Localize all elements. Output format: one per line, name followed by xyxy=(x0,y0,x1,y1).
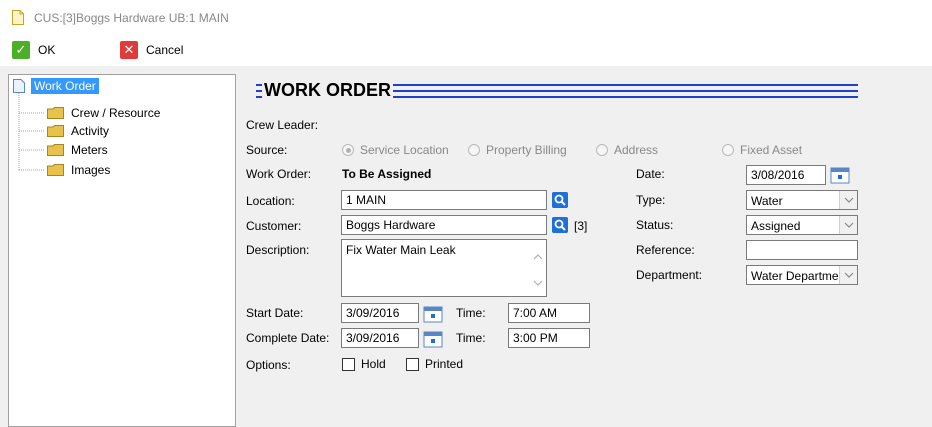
radio-label: Fixed Asset xyxy=(740,143,803,157)
tree-item-label: Images xyxy=(71,163,111,177)
tree-item-label: Crew / Resource xyxy=(71,106,161,120)
dropdown-value: Water Departme xyxy=(751,269,839,283)
calendar-icon[interactable] xyxy=(423,305,443,323)
description-text: Fix Water Main Leak xyxy=(346,243,456,257)
tree-item-images[interactable]: Images xyxy=(47,163,110,177)
chevron-down-icon xyxy=(839,191,857,209)
chevron-down-icon xyxy=(839,266,857,284)
checkbox-box xyxy=(406,357,419,371)
radio-service-location[interactable]: Service Location xyxy=(342,143,449,157)
chevron-down-icon xyxy=(839,216,857,234)
start-time-field[interactable]: 7:00 AM xyxy=(508,303,590,323)
location-field[interactable]: 1 MAIN xyxy=(341,190,547,210)
work-order-label: Work Order: xyxy=(246,167,312,181)
department-dropdown[interactable]: Water Departme xyxy=(746,265,858,285)
scroll-up-icon[interactable] xyxy=(532,252,544,262)
document-icon xyxy=(12,10,24,25)
page-icon xyxy=(13,79,25,93)
tree-item-meters[interactable]: Meters xyxy=(47,143,108,157)
calendar-icon[interactable] xyxy=(423,330,443,348)
source-label: Source: xyxy=(246,143,288,157)
options-label: Options: xyxy=(246,358,291,372)
window-title: CUS:[3]Boggs Hardware UB:1 MAIN xyxy=(34,11,229,25)
checkbox-box xyxy=(342,357,355,371)
complete-date-field[interactable]: 3/09/2016 xyxy=(341,328,419,348)
tree-item-label: Meters xyxy=(71,143,108,157)
start-date-field[interactable]: 3/09/2016 xyxy=(341,303,419,323)
status-label: Status: xyxy=(636,218,674,232)
radio-dot xyxy=(596,144,608,156)
ok-button[interactable]: ✓ OK xyxy=(12,40,55,60)
start-time-label: Time: xyxy=(456,306,486,320)
radio-label: Service Location xyxy=(360,143,449,157)
description-label: Description: xyxy=(246,243,310,257)
radio-property-billing[interactable]: Property Billing xyxy=(468,143,567,157)
radio-label: Property Billing xyxy=(486,143,567,157)
date-field[interactable]: 3/08/2016 xyxy=(746,165,826,185)
checkbox-label: Hold xyxy=(361,357,386,371)
section-header: WORK ORDER xyxy=(246,78,858,104)
dropdown-value: Assigned xyxy=(751,219,801,233)
complete-date-label: Complete Date: xyxy=(246,331,330,345)
reference-label: Reference: xyxy=(636,243,695,257)
close-icon: ✕ xyxy=(120,41,138,59)
type-dropdown[interactable]: Water xyxy=(746,190,858,210)
radio-dot xyxy=(722,144,734,156)
department-label: Department: xyxy=(636,268,703,282)
location-label: Location: xyxy=(246,194,295,208)
folder-icon xyxy=(47,107,64,119)
reference-field[interactable] xyxy=(746,240,858,260)
page-title: WORK ORDER xyxy=(262,80,393,101)
customer-label: Customer: xyxy=(246,219,302,233)
complete-time-field[interactable]: 3:00 PM xyxy=(508,328,590,348)
navigation-tree: Work Order Crew / Resource Activity Mete… xyxy=(8,74,236,427)
folder-icon xyxy=(47,144,64,156)
date-label: Date: xyxy=(636,167,665,181)
status-dropdown[interactable]: Assigned xyxy=(746,215,858,235)
checkbox-label: Printed xyxy=(425,357,464,371)
radio-dot xyxy=(468,144,480,156)
scroll-down-icon[interactable] xyxy=(532,278,544,288)
work-order-form: WORK ORDER Crew Leader: Source: Service … xyxy=(240,74,932,427)
tree-item-work-order[interactable]: Work Order xyxy=(13,78,99,94)
cancel-label: Cancel xyxy=(146,43,184,57)
folder-icon xyxy=(47,125,64,137)
checkmark-icon: ✓ xyxy=(12,41,30,59)
hold-checkbox[interactable]: Hold xyxy=(342,357,386,371)
printed-checkbox[interactable]: Printed xyxy=(406,357,463,371)
customer-id: [3] xyxy=(574,219,588,233)
tree-root-label: Work Order xyxy=(31,78,99,94)
radio-selected-dot xyxy=(342,144,354,156)
dropdown-value: Water xyxy=(751,194,783,208)
tree-item-label: Activity xyxy=(71,124,110,138)
type-label: Type: xyxy=(636,193,666,207)
radio-label: Address xyxy=(614,143,659,157)
tree-item-activity[interactable]: Activity xyxy=(47,124,109,138)
start-date-label: Start Date: xyxy=(246,306,304,320)
toolbar: ✓ OK ✕ Cancel xyxy=(0,34,932,66)
title-bar: CUS:[3]Boggs Hardware UB:1 MAIN xyxy=(0,0,932,34)
customer-search-icon[interactable] xyxy=(552,217,568,233)
ok-label: OK xyxy=(38,43,56,57)
description-textarea[interactable]: Fix Water Main Leak xyxy=(341,239,547,297)
calendar-icon[interactable] xyxy=(830,166,850,184)
cancel-button[interactable]: ✕ Cancel xyxy=(120,40,183,60)
location-search-icon[interactable] xyxy=(552,192,568,208)
work-order-value: To Be Assigned xyxy=(342,167,432,181)
tree-item-crew-resource[interactable]: Crew / Resource xyxy=(47,106,160,120)
radio-address[interactable]: Address xyxy=(596,143,658,157)
complete-time-label: Time: xyxy=(456,331,486,345)
folder-icon xyxy=(47,164,64,176)
crew-leader-label: Crew Leader: xyxy=(246,118,319,132)
customer-field[interactable]: Boggs Hardware xyxy=(341,215,547,235)
radio-fixed-asset[interactable]: Fixed Asset xyxy=(722,143,802,157)
